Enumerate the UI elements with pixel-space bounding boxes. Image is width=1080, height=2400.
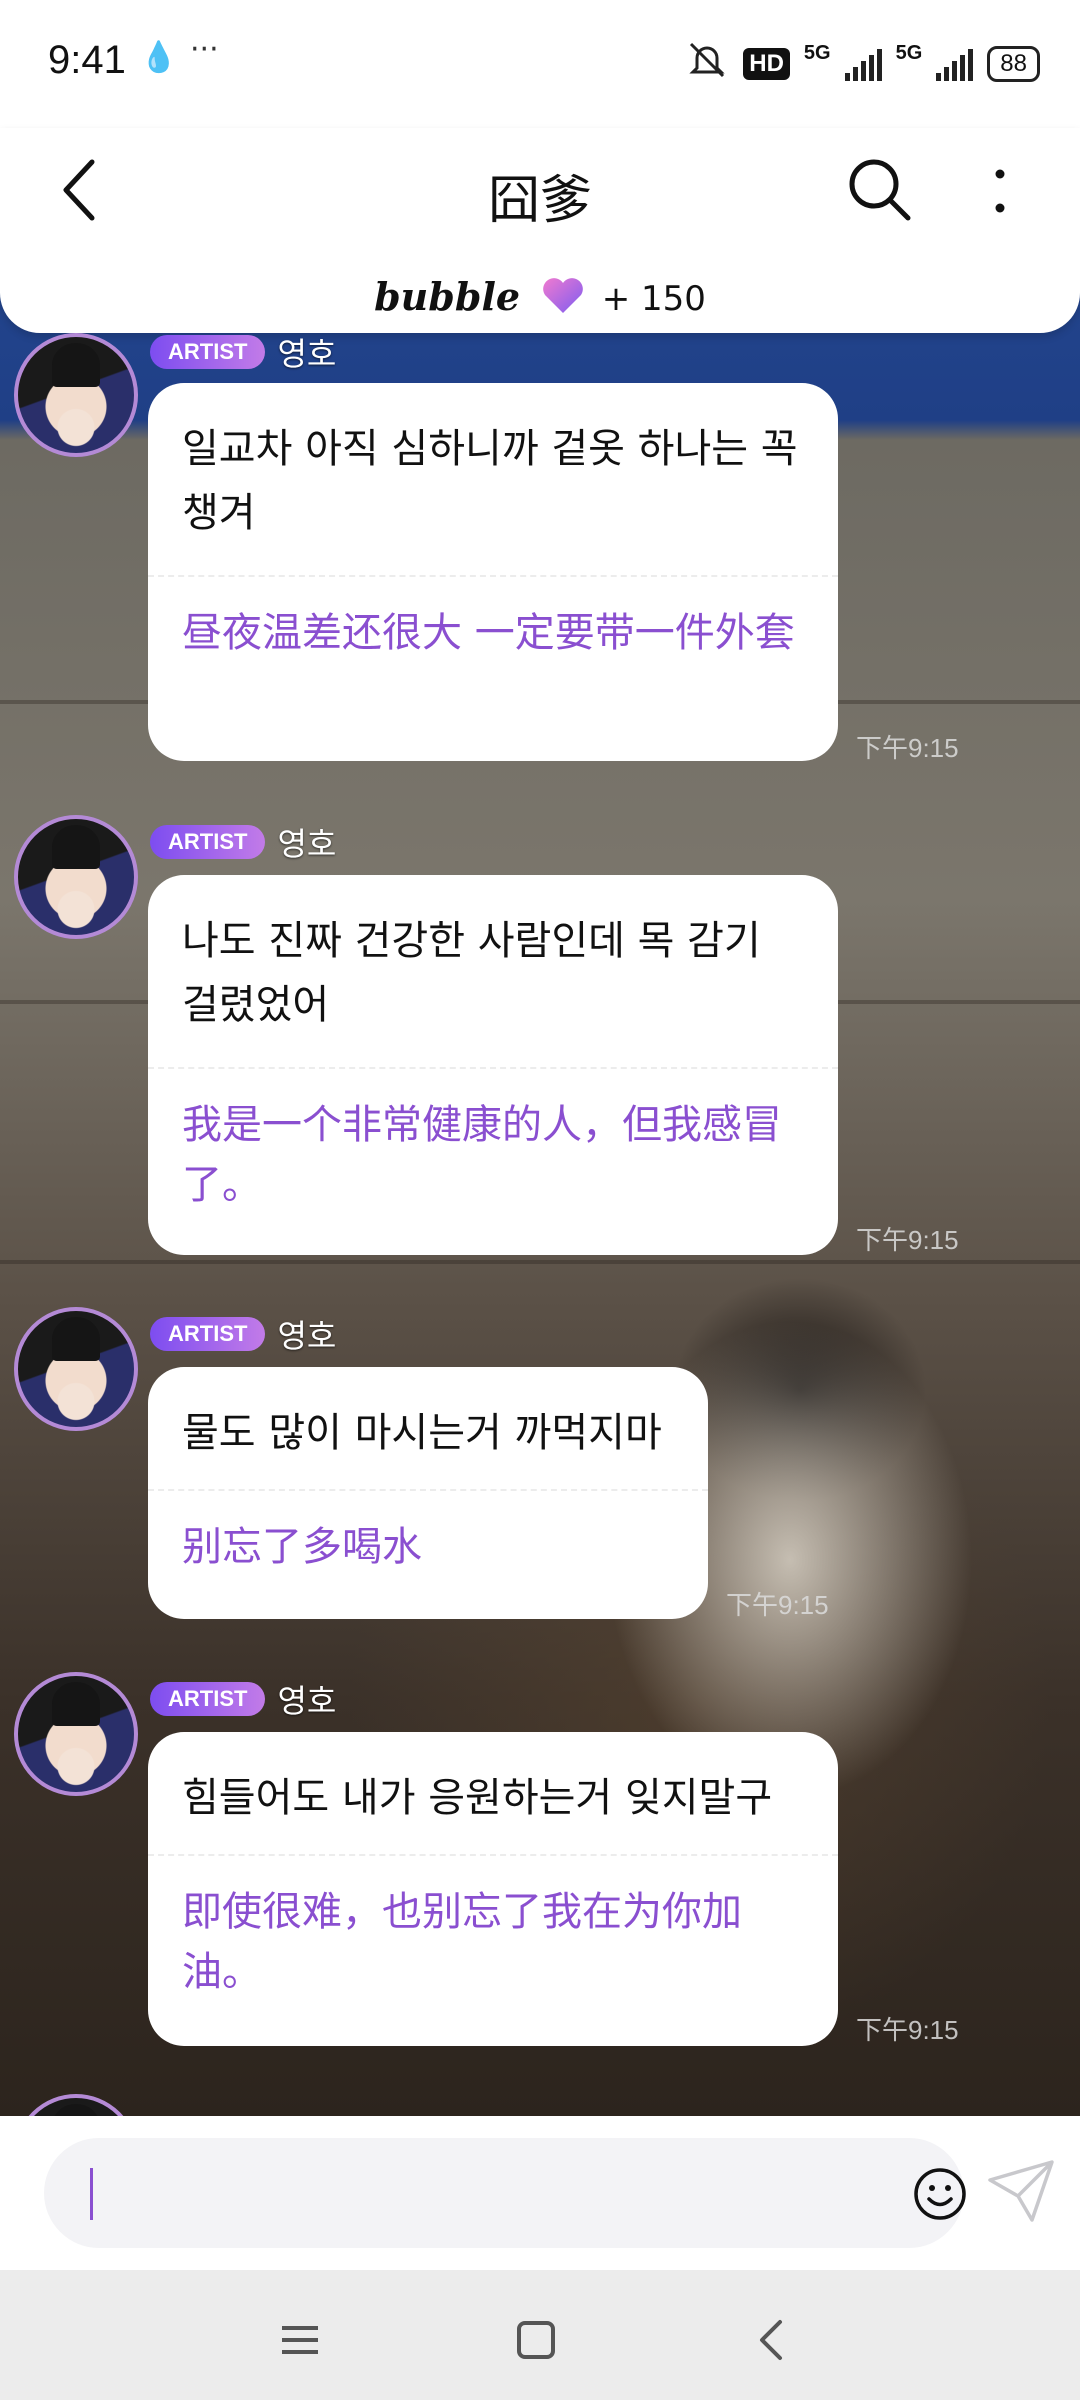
sender-name: 영호: [277, 335, 337, 373]
battery-indicator: 88: [987, 45, 1040, 82]
message-translation-text: 别忘了多喝水: [182, 1524, 422, 1570]
sender-name: 영호: [277, 1317, 337, 1355]
artist-badge: ARTIST: [150, 825, 266, 859]
bubble-count: + 150: [601, 279, 706, 319]
more-vert-icon: [995, 169, 1005, 213]
more-notifications: ···: [190, 32, 219, 67]
message-translation-text: 昼夜温差还很大 一定要带一件外套: [182, 610, 795, 656]
avatar[interactable]: [14, 333, 138, 457]
message-bubble[interactable]: 물도 많이 마시는거 까먹지마 别忘了多喝水: [148, 1367, 708, 1619]
recent-apps-button[interactable]: [270, 2310, 330, 2370]
message-timestamp: 下午9:15: [856, 2015, 959, 2045]
search-icon: [849, 159, 911, 221]
heart-icon: [541, 277, 585, 324]
message-translation-text: 即使很难，也别忘了我在为你加油。: [182, 1889, 742, 1995]
system-navigation-bar: [0, 2270, 1080, 2400]
message-korean-text: 일교차 아직 심하니까 겉옷 하나는 꼭 챙겨: [182, 426, 798, 536]
artist-badge: ARTIST: [150, 335, 266, 369]
search-button[interactable]: [840, 150, 920, 230]
bubble-count-bar: bubble + 150: [0, 274, 1080, 324]
send-button[interactable]: [986, 2156, 1056, 2226]
sender-name: 영호: [277, 825, 337, 863]
message-korean-text: 나도 진짜 건강한 사람인데 목 감기 걸렸었어: [182, 918, 761, 1028]
status-bar: 9:41 💧 ··· HD 5G 5G 88: [0, 0, 1080, 128]
menu-icon: [282, 2326, 318, 2354]
signal-icon-1: [844, 47, 882, 81]
network-label-1: 5G: [803, 42, 831, 64]
emoji-icon: [914, 2168, 966, 2220]
message-bubble[interactable]: 힘들어도 내가 응원하는거 잊지말구 即使很难，也别忘了我在为你加油。: [148, 1732, 838, 2046]
message-bubble[interactable]: 일교차 아직 심하니까 겉옷 하나는 꼭 챙겨 昼夜温差还很大 一定要带一件外套: [148, 383, 838, 761]
emoji-button[interactable]: [912, 2166, 968, 2222]
home-button[interactable]: [506, 2310, 566, 2370]
avatar[interactable]: [14, 815, 138, 939]
bubble-logo: bubble: [374, 274, 521, 319]
send-icon: [988, 2160, 1054, 2222]
hd-voice-badge: HD: [743, 47, 790, 80]
mute-icon: [685, 40, 729, 87]
avatar[interactable]: [14, 1672, 138, 1796]
message-korean-text: 물도 많이 마시는거 까먹지마: [182, 1410, 662, 1456]
home-icon: [517, 2321, 555, 2359]
message-timestamp: 下午9:15: [856, 733, 959, 763]
avatar[interactable]: [14, 1307, 138, 1431]
app-notification-icon: 💧: [140, 40, 178, 75]
back-icon: [760, 2320, 782, 2360]
artist-badge: ARTIST: [150, 1317, 266, 1351]
system-back-button[interactable]: [742, 2310, 802, 2370]
message-timestamp: 下午9:15: [726, 1590, 829, 1620]
more-options-button[interactable]: [970, 150, 1030, 230]
chat-header: 囧爹 bubble + 150: [0, 128, 1080, 333]
message-korean-text: 힘들어도 내가 응원하는거 잊지말구: [182, 1775, 773, 1821]
sender-name: 영호: [277, 1682, 337, 1720]
message-timestamp: 下午9:15: [856, 1225, 959, 1255]
artist-badge: ARTIST: [150, 1682, 266, 1716]
text-cursor: [90, 2168, 93, 2220]
message-bubble[interactable]: 나도 진짜 건강한 사람인데 목 감기 걸렸었어 我是一个非常健康的人，但我感冒…: [148, 875, 838, 1255]
message-input[interactable]: [44, 2138, 966, 2248]
message-composer: [0, 2116, 1080, 2270]
signal-icon-2: [936, 47, 974, 81]
network-label-2: 5G: [895, 42, 923, 64]
clock: 9:41: [48, 38, 126, 82]
message-translation-text: 我是一个非常健康的人，但我感冒了。: [182, 1102, 782, 1208]
